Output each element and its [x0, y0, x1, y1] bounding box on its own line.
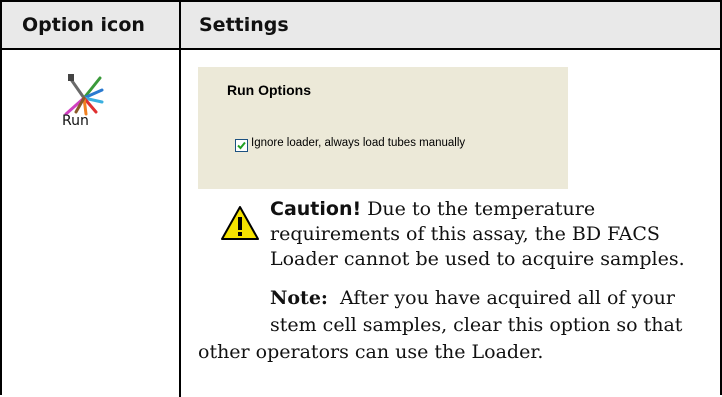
run-options-panel: Run Options Ignore loader, always load t… — [198, 67, 568, 189]
note-label: Note: — [270, 287, 328, 309]
run-option-label: Run — [62, 113, 89, 129]
header-settings: Settings — [199, 14, 289, 36]
note-line-2: stem cell samples, clear this option so … — [270, 314, 683, 336]
checkmark-icon — [237, 141, 246, 150]
ignore-loader-label[interactable]: Ignore loader, always load tubes manuall… — [251, 137, 465, 149]
caution-text: Caution! Due to the temperature requirem… — [270, 197, 710, 272]
note-line-3: other operators can use the Loader. — [198, 341, 544, 363]
column-divider — [179, 2, 181, 397]
header-option-icon: Option icon — [22, 14, 145, 36]
note-text-1: After you have acquired all of your — [340, 287, 675, 309]
table-header: Option icon Settings — [2, 2, 720, 50]
warning-triangle-icon — [221, 206, 259, 240]
ignore-loader-checkbox[interactable] — [235, 139, 248, 152]
caution-label: Caution! — [270, 198, 362, 220]
run-options-title: Run Options — [227, 82, 311, 98]
note-line-1: Note: After you have acquired all of you… — [270, 286, 675, 311]
